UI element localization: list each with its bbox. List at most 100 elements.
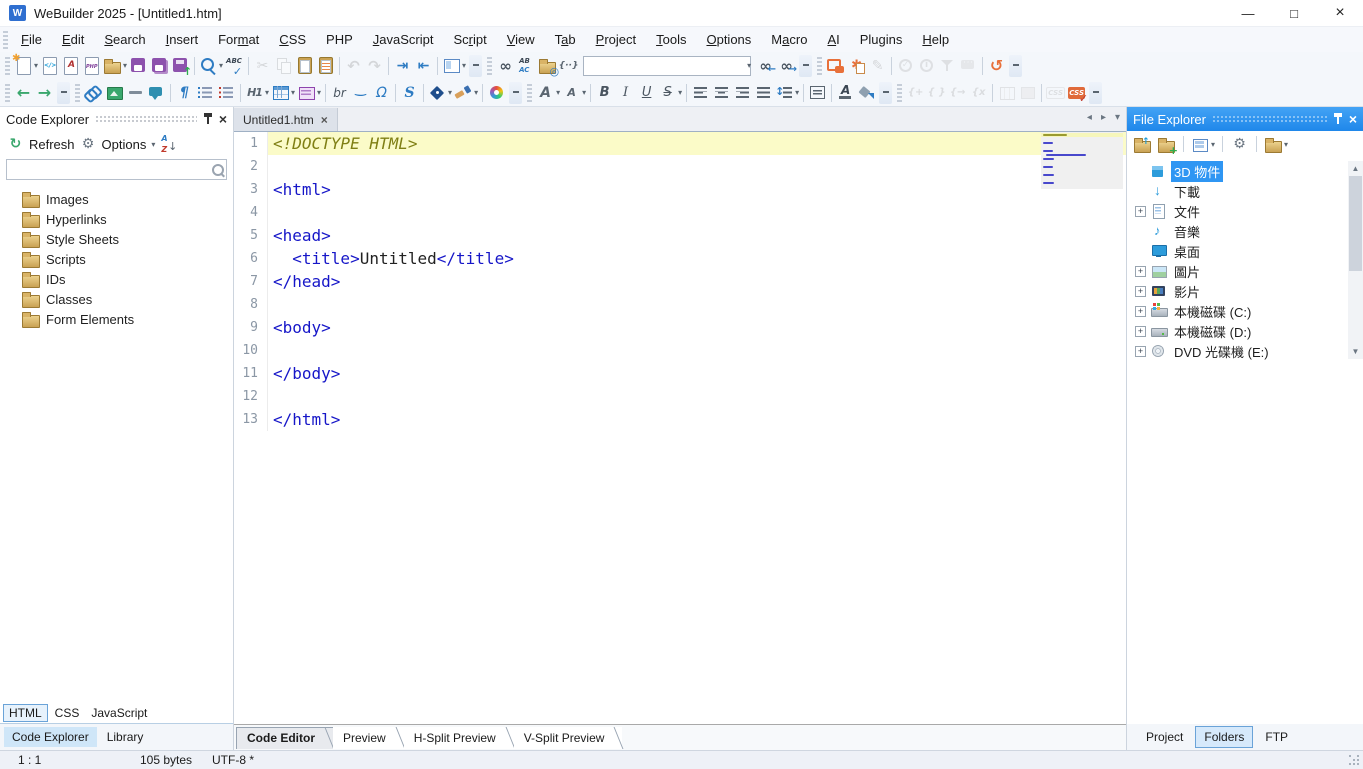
expand-icon[interactable]: + bbox=[1135, 345, 1146, 357]
view-tab-v-split-preview[interactable]: V-Split Preview bbox=[513, 726, 623, 749]
image-button[interactable] bbox=[104, 81, 125, 105]
expand-icon[interactable]: + bbox=[1135, 325, 1146, 337]
new-php-button[interactable] bbox=[81, 54, 102, 78]
code-line[interactable]: 9 <body> bbox=[234, 316, 1126, 339]
gear-button[interactable] bbox=[1229, 132, 1250, 156]
code-line[interactable]: 2 bbox=[234, 155, 1126, 178]
scrollbar-up-button[interactable]: ▲ bbox=[1348, 161, 1363, 176]
menu-view[interactable]: View bbox=[497, 29, 545, 50]
find-prev-button[interactable]: ← bbox=[755, 54, 776, 78]
find-button[interactable] bbox=[495, 54, 516, 78]
span-scroll-button[interactable] bbox=[399, 81, 420, 105]
code-line[interactable]: 13 </html> bbox=[234, 408, 1126, 431]
align-center-button[interactable] bbox=[711, 81, 732, 105]
code-line[interactable]: 12 bbox=[234, 385, 1126, 408]
folder-new-button[interactable]: + bbox=[1156, 132, 1178, 156]
toolbar-overflow-button[interactable] bbox=[1009, 54, 1023, 77]
menu-plugins[interactable]: Plugins bbox=[850, 29, 913, 50]
scrollbar-down-button[interactable]: ▼ bbox=[1348, 344, 1363, 359]
scrollbar[interactable]: ▲ ▼ bbox=[1348, 161, 1363, 359]
code-line[interactable]: 4 bbox=[234, 201, 1126, 224]
refresh-icon[interactable] bbox=[6, 135, 25, 154]
close-button[interactable]: × bbox=[1317, 0, 1363, 26]
indent-button[interactable] bbox=[392, 54, 413, 78]
view-tab-code-editor[interactable]: Code Editor bbox=[236, 726, 333, 749]
expand-icon[interactable]: + bbox=[1135, 265, 1146, 277]
expand-icon[interactable]: + bbox=[1135, 305, 1146, 317]
code-explorer-item-style-sheets[interactable]: Style Sheets bbox=[0, 229, 233, 249]
file-tree-item-video[interactable]: + 影片 bbox=[1127, 281, 1363, 301]
code-line[interactable]: 8 bbox=[234, 293, 1126, 316]
font-color-button[interactable] bbox=[835, 81, 856, 105]
new-html-button[interactable] bbox=[39, 54, 60, 78]
menu-macro[interactable]: Macro bbox=[761, 29, 817, 50]
pin-icon[interactable] bbox=[1333, 113, 1343, 125]
options-button[interactable]: Options bbox=[102, 137, 147, 152]
close-icon[interactable]: × bbox=[1349, 112, 1357, 126]
tab-scroll-left-button[interactable]: ◂ bbox=[1087, 112, 1092, 123]
code-line[interactable]: 3 <html> bbox=[234, 178, 1126, 201]
file-tree-item-drive[interactable]: + 本機磁碟 (D:) bbox=[1127, 321, 1363, 341]
scrollbar-thumb[interactable] bbox=[1349, 176, 1362, 271]
file-tree-item-music[interactable]: 音樂 bbox=[1127, 221, 1363, 241]
menu-tools[interactable]: Tools bbox=[646, 29, 696, 50]
italic-button[interactable] bbox=[615, 81, 636, 105]
file-tree-item-drive-win[interactable]: + 本機磁碟 (C:) bbox=[1127, 301, 1363, 321]
toolbar-overflow-button[interactable] bbox=[509, 81, 523, 104]
panel-tab-project[interactable]: Project bbox=[1137, 726, 1192, 748]
tag-button[interactable]: ▾ bbox=[427, 81, 453, 105]
toolbar-overflow-button[interactable] bbox=[57, 81, 70, 104]
view-tab-h-split-preview[interactable]: H-Split Preview bbox=[403, 726, 514, 749]
sort-az-icon[interactable]: ↓ bbox=[159, 134, 178, 154]
doc-tab-html[interactable]: HTML bbox=[3, 704, 48, 722]
folder-menu-button[interactable]: ▾ bbox=[1263, 132, 1289, 156]
back-button[interactable] bbox=[13, 81, 34, 105]
folder-up-button[interactable]: ↑ bbox=[1132, 132, 1153, 156]
file-tree-item-desktop[interactable]: 桌面 bbox=[1127, 241, 1363, 261]
resize-grip-icon[interactable] bbox=[1349, 755, 1360, 766]
file-tree-item-document[interactable]: + 文件 bbox=[1127, 201, 1363, 221]
menu-project[interactable]: Project bbox=[586, 29, 646, 50]
code-explorer-item-scripts[interactable]: Scripts bbox=[0, 249, 233, 269]
code-line[interactable]: 6 <title> Untitled </title> bbox=[234, 247, 1126, 270]
code-editor[interactable]: 1 <!DOCTYPE HTML> 2 3 <html> 4 5 <head> 6 <title… bbox=[234, 132, 1126, 724]
link-button[interactable] bbox=[83, 81, 104, 105]
new-template-button[interactable] bbox=[60, 54, 81, 78]
doc-tab-css[interactable]: CSS bbox=[50, 705, 85, 721]
search-button[interactable]: ▾ bbox=[198, 54, 224, 78]
code-explorer-item-images[interactable]: Images bbox=[0, 189, 233, 209]
bullet-list-button[interactable] bbox=[195, 81, 216, 105]
maximize-button[interactable]: □ bbox=[1271, 0, 1317, 26]
doc-tab-javascript[interactable]: JavaScript bbox=[86, 705, 152, 721]
minimap[interactable] bbox=[1041, 132, 1123, 189]
view-mode-button[interactable]: ▾ bbox=[1190, 132, 1216, 156]
form-button[interactable]: ▾ bbox=[296, 81, 322, 105]
save-button[interactable] bbox=[128, 54, 149, 78]
code-line[interactable]: 10 bbox=[234, 339, 1126, 362]
div-box-button[interactable] bbox=[807, 81, 828, 105]
menu-file[interactable]: File bbox=[11, 29, 52, 50]
code-line[interactable]: 7 </head> bbox=[234, 270, 1126, 293]
font-name-button[interactable]: ▾ bbox=[535, 81, 561, 105]
ai-assist-button[interactable] bbox=[846, 54, 867, 78]
save-all-button[interactable] bbox=[149, 54, 170, 78]
forward-button[interactable] bbox=[34, 81, 55, 105]
menu-php[interactable]: PHP bbox=[316, 29, 363, 50]
menu-tab[interactable]: Tab bbox=[545, 29, 586, 50]
align-justify-button[interactable] bbox=[753, 81, 774, 105]
code-explorer-item-hyperlinks[interactable]: Hyperlinks bbox=[0, 209, 233, 229]
spell-check-button[interactable]: ✓ bbox=[224, 54, 245, 78]
table-button[interactable]: ▾ bbox=[270, 81, 296, 105]
code-explorer-item-classes[interactable]: Classes bbox=[0, 289, 233, 309]
gear-icon[interactable] bbox=[79, 135, 98, 154]
toolbar-overflow-button[interactable] bbox=[1089, 81, 1103, 104]
brush-button[interactable]: ▾ bbox=[453, 81, 479, 105]
align-right-button[interactable] bbox=[732, 81, 753, 105]
search-combo-input[interactable] bbox=[584, 57, 748, 74]
refresh-button[interactable]: Refresh bbox=[29, 137, 75, 152]
horizontal-rule-button[interactable] bbox=[125, 81, 146, 105]
panel-tab-folders[interactable]: Folders bbox=[1195, 726, 1254, 748]
heading-button[interactable]: ▾ bbox=[244, 81, 270, 105]
ai-chat-button[interactable] bbox=[825, 54, 846, 78]
history-button[interactable] bbox=[986, 54, 1007, 78]
